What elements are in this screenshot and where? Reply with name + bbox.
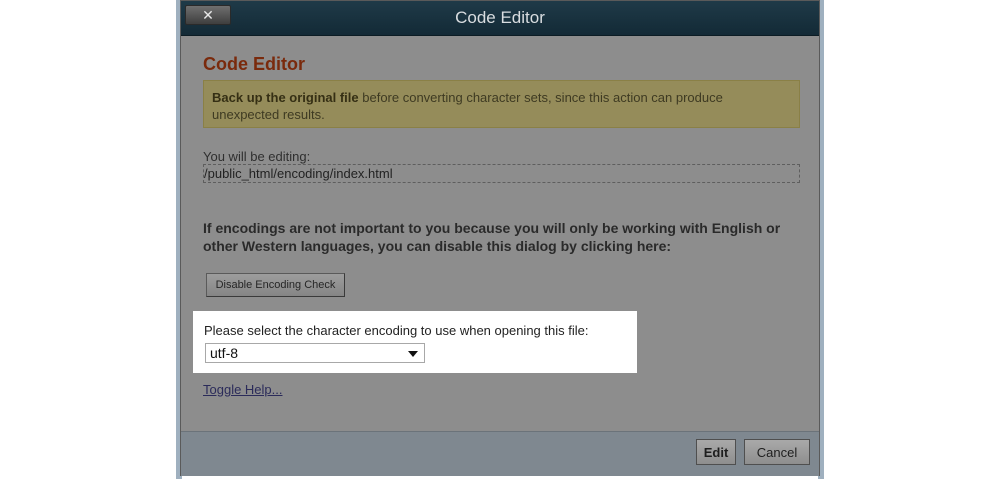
encoding-select-label: Please select the character encoding to … [204,323,589,338]
cancel-button[interactable]: Cancel [744,439,810,465]
dialog-body: Code Editor Back up the original file be… [181,36,819,431]
file-path-display: /public_html/encoding/index.html [203,164,800,183]
editing-label: You will be editing: [203,149,311,164]
page-title: Code Editor [203,54,305,74]
edit-button[interactable]: Edit [696,439,736,465]
dialog-footer: Edit Cancel [181,431,819,476]
disable-encoding-check-button[interactable]: Disable Encoding Check [206,273,345,297]
dialog-title: Code Editor [455,8,545,27]
encoding-select-panel: Please select the character encoding to … [193,311,637,373]
chevron-down-icon [408,351,418,357]
dialog-titlebar: ✕ Code Editor [181,1,819,36]
code-editor-dialog: ✕ Code Editor Code Editor Back up the or… [180,0,820,476]
encoding-note: If encodings are not important to you be… [203,220,781,254]
warning-bold-text: Back up the original file [212,90,359,105]
encoding-select[interactable]: utf-8 [205,343,425,363]
toggle-help-link[interactable]: Toggle Help... [203,382,283,397]
encoding-selected-value: utf-8 [210,345,239,361]
backup-warning: Back up the original file before convert… [203,80,800,128]
